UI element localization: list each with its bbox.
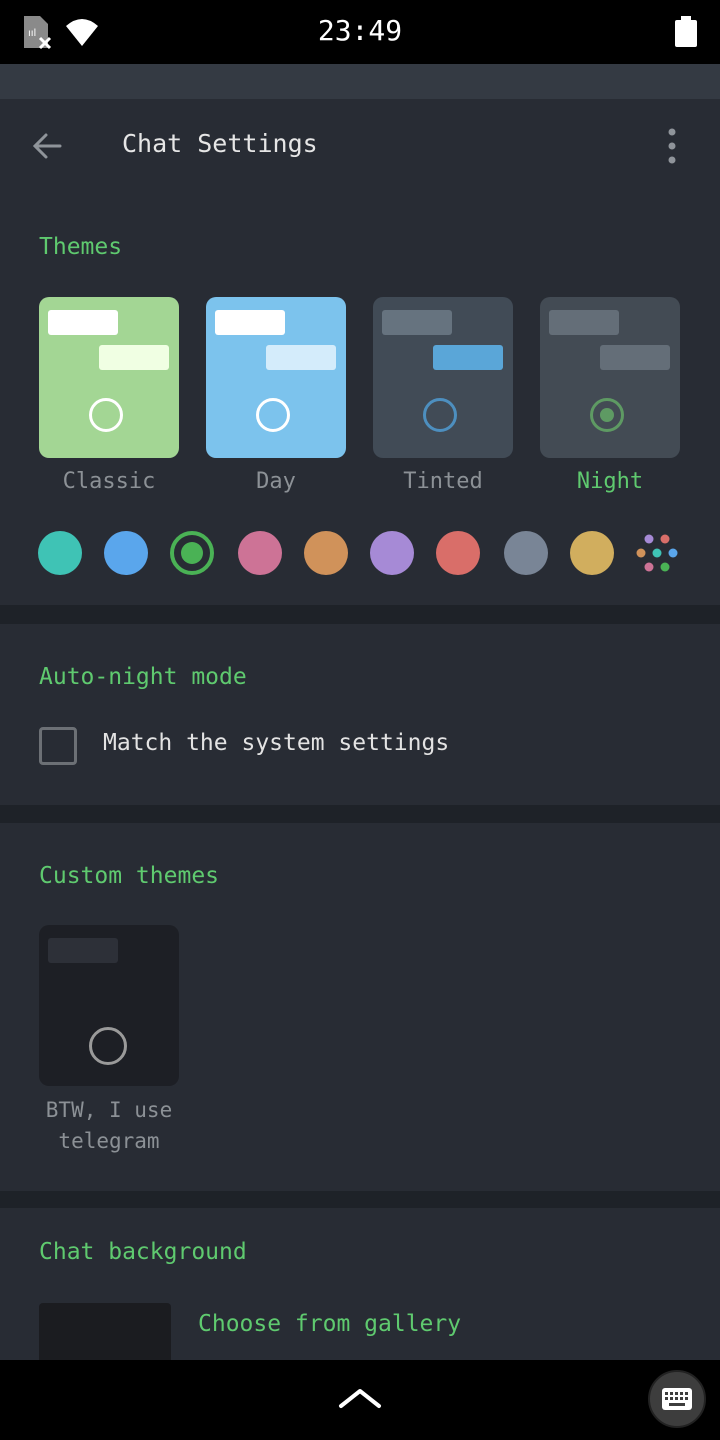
accent-swatch[interactable]: [504, 531, 548, 575]
theme-preview-bubble-in: [48, 938, 118, 963]
theme-preview-bubble-in: [48, 310, 118, 335]
radio-icon: [423, 398, 457, 432]
accent-swatch[interactable]: [436, 531, 480, 575]
back-button[interactable]: [26, 124, 70, 168]
theme-preview-bubble-out: [266, 345, 336, 370]
chevron-up-icon[interactable]: [336, 1382, 384, 1412]
accent-swatch-selected[interactable]: [170, 531, 214, 575]
app-bar: Chat Settings: [0, 99, 720, 194]
theme-preview-bubble-in: [215, 310, 285, 335]
page-title: Chat Settings: [122, 129, 318, 158]
theme-preview-bubble-out: [433, 345, 503, 370]
status-time: 23:49: [317, 14, 403, 47]
accent-selected-dot: [181, 542, 203, 564]
radio-icon: [256, 398, 290, 432]
custom-themes-title: Custom themes: [39, 863, 220, 889]
theme-label-classic: Classic: [62, 469, 156, 494]
theme-card-tinted[interactable]: [373, 297, 513, 458]
theme-label-day: Day: [256, 469, 296, 494]
keyboard-icon: [662, 1388, 692, 1410]
battery-icon: [675, 16, 697, 47]
custom-themes-section: Custom themes BTW, I use telegram: [0, 823, 720, 1191]
themes-section: Themes Classic Day Tinted Night: [0, 194, 720, 605]
match-system-checkbox[interactable]: [39, 727, 77, 765]
settings-content[interactable]: Themes Classic Day Tinted Night Auto-nig…: [0, 194, 720, 1360]
background-thumbnail[interactable]: [39, 1303, 171, 1360]
auto-night-section: Auto-night mode Match the system setting…: [0, 624, 720, 805]
theme-preview-bubble-out: [99, 345, 169, 370]
more-options-button[interactable]: [656, 124, 688, 168]
arrow-left-icon: [32, 133, 62, 159]
theme-card-day[interactable]: [206, 297, 346, 458]
accent-swatch[interactable]: [38, 531, 82, 575]
theme-preview-bubble-in: [382, 310, 452, 335]
custom-theme-label: BTW, I use telegram: [45, 1098, 173, 1153]
accent-swatch[interactable]: [238, 531, 282, 575]
chat-background-title: Chat background: [39, 1239, 247, 1265]
radio-icon: [89, 398, 123, 432]
keyboard-button[interactable]: [648, 1370, 706, 1428]
theme-preview-bubble-out: [600, 345, 670, 370]
radio-selected-icon: [590, 398, 624, 432]
palette-dots-icon[interactable]: [634, 531, 680, 575]
theme-label-night: Night: [576, 469, 644, 494]
accent-swatch[interactable]: [570, 531, 614, 575]
theme-card-classic[interactable]: [39, 297, 179, 458]
accent-swatch[interactable]: [370, 531, 414, 575]
match-system-label[interactable]: Match the system settings: [103, 730, 449, 756]
top-strip: [0, 64, 720, 99]
chat-background-section: Chat background Choose from gallery: [0, 1208, 720, 1360]
choose-from-gallery-button[interactable]: Choose from gallery: [198, 1311, 461, 1337]
auto-night-title: Auto-night mode: [39, 664, 247, 690]
more-vert-icon: [668, 128, 676, 164]
theme-card-night[interactable]: [540, 297, 680, 458]
status-bar: ııl 23:49: [0, 0, 720, 64]
radio-icon: [89, 1027, 127, 1065]
accent-swatch[interactable]: [304, 531, 348, 575]
custom-theme-card[interactable]: [39, 925, 179, 1086]
theme-label-tinted: Tinted: [403, 469, 483, 494]
accent-swatch[interactable]: [104, 531, 148, 575]
themes-title: Themes: [39, 234, 123, 260]
theme-preview-bubble-in: [549, 310, 619, 335]
